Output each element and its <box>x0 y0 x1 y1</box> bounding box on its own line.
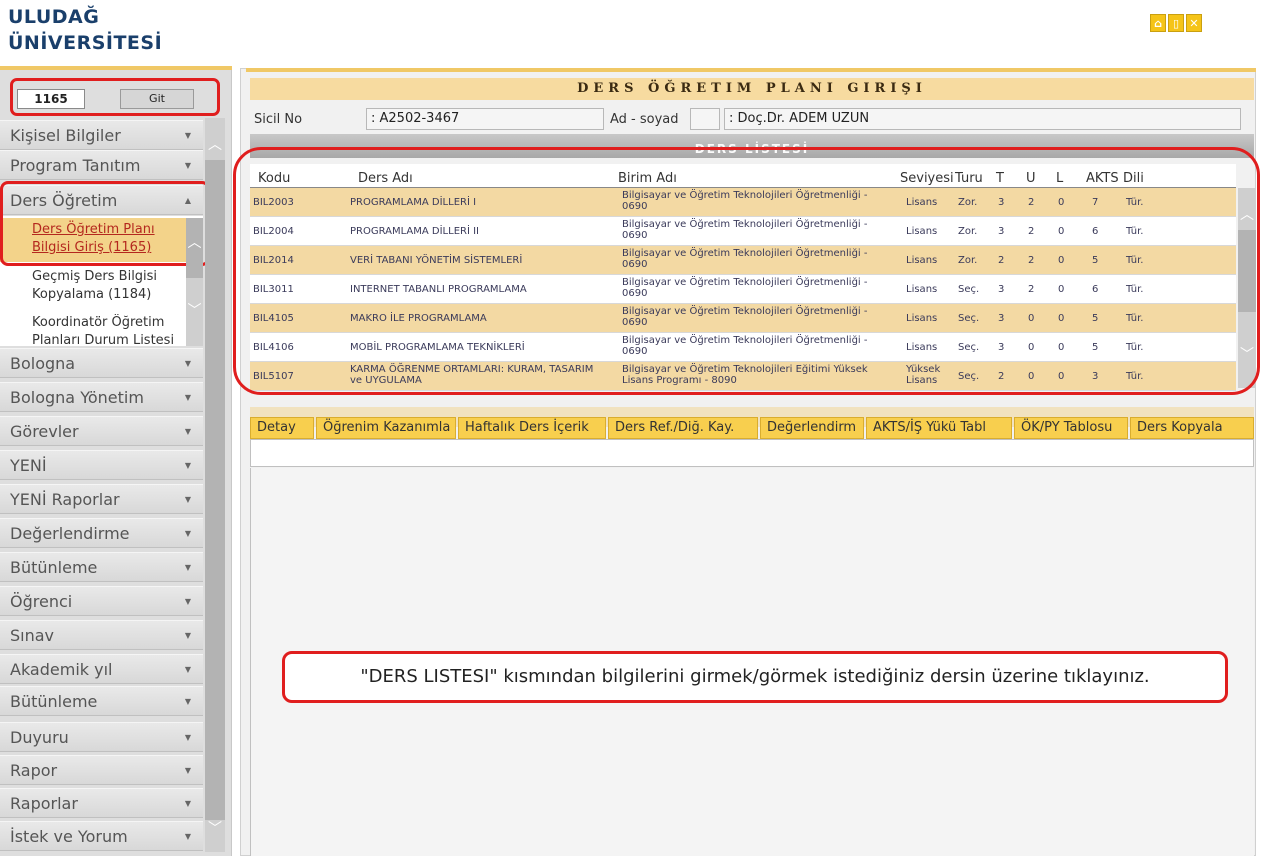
menu-label: Değerlendirme <box>10 524 130 543</box>
menu-akademik-yil[interactable]: Akademik yıl ▼ <box>0 654 203 684</box>
sidebar-top-border <box>0 66 232 70</box>
chevron-down-icon: ▼ <box>184 393 191 402</box>
close-icon[interactable]: ✕ <box>1186 14 1202 32</box>
logo-line-1: ULUDAĞ <box>8 6 100 28</box>
chevron-down-icon: ▼ <box>184 427 191 436</box>
menu-label: YENİ Raporlar <box>10 490 120 509</box>
logo-line-2: ÜNİVERSİTESİ <box>8 32 163 54</box>
chevron-down-icon: ▼ <box>184 359 191 368</box>
highlight-ders-ogretim <box>0 181 210 266</box>
adsoyad-label: Ad - soyad <box>610 112 679 127</box>
menu-label: Program Tanıtım <box>10 156 141 175</box>
tab-ogrenim-kazanimlari[interactable]: Öğrenim Kazanımla <box>316 417 456 439</box>
menu-program-tanitim[interactable]: Program Tanıtım ▼ <box>0 150 203 180</box>
sicil-label: Sicil No <box>254 112 303 127</box>
university-logo: ULUDAĞ ÜNİVERSİTESİ <box>8 4 162 56</box>
menu-label: İstek ve Yorum <box>10 827 128 846</box>
menu-bologna-yonetim[interactable]: Bologna Yönetim ▼ <box>0 382 203 412</box>
submenu-gecmis-ders[interactable]: Geçmiş Ders Bilgisi Kopyalama (1184) <box>32 268 157 304</box>
chevron-down-icon: ▼ <box>184 131 191 140</box>
tab-degerlendirme[interactable]: Değerlendirm <box>760 417 864 439</box>
chevron-down-icon: ▼ <box>184 697 191 706</box>
menu-butunleme-2[interactable]: Bütünleme ▼ <box>0 686 203 716</box>
tab-detay[interactable]: Detay <box>250 417 314 439</box>
chevron-down-icon[interactable]: ﹀ <box>186 300 203 320</box>
sicil-value-field: : A2502-3467 <box>366 108 604 130</box>
menu-label: Bütünleme <box>10 692 98 711</box>
menu-label: YENİ <box>10 456 47 475</box>
menu-butunleme[interactable]: Bütünleme ▼ <box>0 552 203 582</box>
menu-degerlendirme[interactable]: Değerlendirme ▼ <box>0 518 203 548</box>
adsoyad-value-field: : Doç.Dr. ADEM UZUN <box>724 108 1241 130</box>
menu-yeni[interactable]: YENİ ▼ <box>0 450 203 480</box>
chevron-down-icon: ▼ <box>184 665 191 674</box>
tab-haftalik-ders-icerik[interactable]: Haftalık Ders İçerik <box>458 417 606 439</box>
menu-label: Rapor <box>10 761 58 780</box>
menu-raporlar[interactable]: Raporlar ▼ <box>0 788 203 818</box>
submenu-koordinator[interactable]: Koordinatör Öğretim Planları Durum Liste… <box>32 314 174 344</box>
menu-label: Bologna <box>10 354 76 373</box>
submenu-line: Geçmiş Ders Bilgisi <box>32 269 158 284</box>
menu-gorevler[interactable]: Görevler ▼ <box>0 416 203 446</box>
menu-label: Bologna Yönetim <box>10 388 144 407</box>
chevron-down-icon: ▼ <box>184 529 191 538</box>
chevron-down-icon: ▼ <box>184 631 191 640</box>
chevron-down-icon: ▼ <box>184 733 191 742</box>
submenu-line: Planları Durum Listesi <box>32 333 175 344</box>
tab-bar: Detay Öğrenim Kazanımla Haftalık Ders İç… <box>250 417 1254 439</box>
chevron-down-icon: ▼ <box>184 832 191 841</box>
menu-sinav[interactable]: Sınav ▼ <box>0 620 203 650</box>
adsoyad-colon-field <box>690 108 720 130</box>
chevron-down-icon: ▼ <box>184 495 191 504</box>
menu-kisisel-bilgiler[interactable]: Kişisel Bilgiler ▼ <box>0 120 203 150</box>
top-toolbar: ⌂ ▯ ✕ <box>1150 14 1202 34</box>
menu-bologna[interactable]: Bologna ▼ <box>0 348 203 378</box>
menu-label: Raporlar <box>10 794 78 813</box>
sidebar-scroll-thumb[interactable] <box>205 160 225 820</box>
highlight-ders-listesi <box>233 147 1260 395</box>
menu-label: Akademik yıl <box>10 660 113 679</box>
chevron-down-icon: ▼ <box>184 597 191 606</box>
menu-label: Duyuru <box>10 728 69 747</box>
tab-ders-kopyala[interactable]: Ders Kopyala <box>1130 417 1254 439</box>
page-title: DERS ÖĞRETIM PLANI GIRIŞI <box>250 78 1254 100</box>
chevron-down-icon: ▼ <box>184 161 191 170</box>
tab-ok-py-tablosu[interactable]: ÖK/PY Tablosu <box>1014 417 1128 439</box>
menu-yeni-raporlar[interactable]: YENİ Raporlar ▼ <box>0 484 203 514</box>
menu-label: Öğrenci <box>10 592 73 611</box>
home-icon[interactable]: ⌂ <box>1150 14 1166 32</box>
chevron-up-icon[interactable]: ︿ <box>205 134 225 154</box>
submenu-line: Kopyalama (1184) <box>32 287 152 302</box>
menu-label: Görevler <box>10 422 79 441</box>
chevron-down-icon: ▼ <box>184 799 191 808</box>
tab-content-area <box>250 439 1254 467</box>
menu-ogrenci[interactable]: Öğrenci ▼ <box>0 586 203 616</box>
menu-duyuru[interactable]: Duyuru ▼ <box>0 722 203 752</box>
chevron-down-icon: ▼ <box>184 766 191 775</box>
menu-label: Kişisel Bilgiler <box>10 126 121 145</box>
instruction-note: "DERS LISTESI" kısmından bilgilerini gir… <box>282 651 1228 703</box>
highlight-sicil-box <box>10 78 220 116</box>
menu-rapor[interactable]: Rapor ▼ <box>0 755 203 785</box>
chevron-down-icon: ▼ <box>184 563 191 572</box>
document-icon[interactable]: ▯ <box>1168 14 1184 32</box>
menu-label: Sınav <box>10 626 55 645</box>
main-top-border <box>246 68 1256 72</box>
menu-istek-yorum[interactable]: İstek ve Yorum ▼ <box>0 821 203 851</box>
tab-akts-is-yuku[interactable]: AKTS/İŞ Yükü Tabl <box>866 417 1012 439</box>
chevron-up-icon[interactable]: ︿ <box>186 232 203 252</box>
menu-label: Bütünleme <box>10 558 98 577</box>
tab-ders-referans[interactable]: Ders Ref./Diğ. Kay. <box>608 417 758 439</box>
chevron-down-icon: ▼ <box>184 461 191 470</box>
submenu-line: Koordinatör Öğretim <box>32 315 165 330</box>
chevron-down-icon[interactable]: ﹀ <box>205 818 225 838</box>
